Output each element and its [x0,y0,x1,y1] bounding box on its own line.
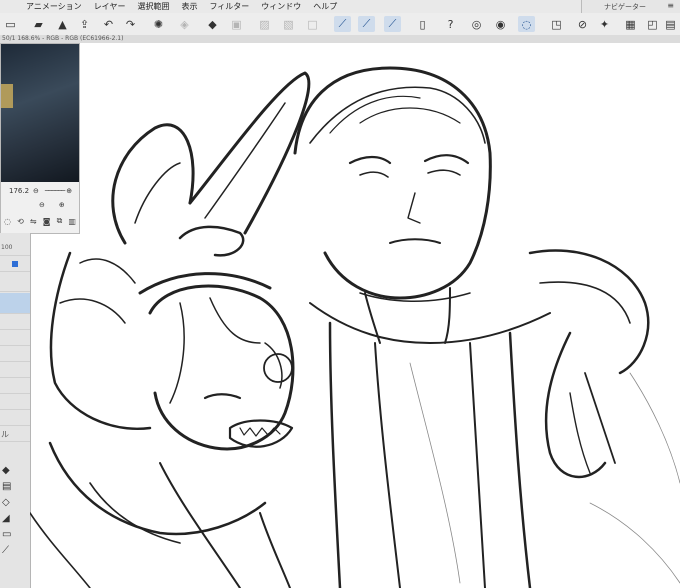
menu-item-selection[interactable]: 選択範囲 [131,1,175,12]
command-bar: ▭ ▰ ▲ ⇪ ↶ ↷ ✺ ◈ ◆ ▣ ▨ ▧ □ ⟋ ⟋ ⟋ ▯ ? ◎ ◉ … [0,13,680,36]
layer-row[interactable] [0,315,30,330]
open-folder-icon[interactable]: ▰ [30,16,47,32]
tablet-icon[interactable]: ▯ [414,16,431,32]
save-icon[interactable]: ▲ [54,16,71,32]
redo-icon[interactable]: ↷ [122,16,139,32]
grid-icon[interactable]: ▦ [622,16,639,32]
layer-row[interactable]: 100 [0,241,30,256]
brush-icon[interactable]: ⟋ [384,16,401,32]
navigator-menu-icon[interactable]: ≡ [667,1,674,10]
layer-row[interactable] [0,331,30,346]
upload-icon[interactable]: ⇪ [76,16,93,32]
layer-row-selected[interactable] [0,293,30,314]
reset-icon[interactable]: ⟲ [17,217,24,226]
blend-icon[interactable]: ◉ [492,16,509,32]
document-tab-label: 50/1 168.6% - RGB - RGB (EC61966-2.1) [2,35,124,42]
layer-row[interactable] [0,363,30,378]
transform-icon[interactable]: ◆ [204,16,221,32]
layer-row[interactable] [0,347,30,362]
shape-tool-icon[interactable]: ◇ [2,495,11,511]
document-tab[interactable]: 50/1 168.6% - RGB - RGB (EC61966-2.1) [0,35,680,43]
tool-strip: ◆ ▤ ◇ ◢ ▭ ⟋ [2,463,11,559]
pencil-icon[interactable]: ⟋ [358,16,375,32]
menu-item-layer[interactable]: レイヤー [88,1,132,12]
preview-ornament [1,84,13,108]
wand-icon[interactable]: ✦ [596,16,613,32]
menu-item-animation[interactable]: アニメーション [20,1,88,12]
menu-item-filter[interactable]: フィルター [203,1,255,12]
layer-row[interactable]: ル [0,427,30,442]
pen-icon[interactable]: ⟋ [334,16,351,32]
grid-toggle-icon[interactable]: □ [304,16,321,32]
menu-item-view[interactable]: 表示 [175,1,203,12]
eyedropper-tool-icon[interactable]: ⟋ [2,543,11,559]
deselect-icon[interactable]: ▨ [256,16,273,32]
opacity-value: 100 [1,244,13,251]
layer-row[interactable] [0,395,30,410]
vector-icon[interactable]: ◎ [468,16,485,32]
lasso-icon[interactable]: ◌ [518,16,535,32]
clear-icon[interactable]: ✺ [150,16,167,32]
fill-icon[interactable]: ◈ [176,16,193,32]
select-all-icon[interactable]: ▣ [228,16,245,32]
new-file-icon[interactable]: ▭ [2,16,19,32]
layer-row[interactable] [0,257,30,272]
drawing-canvas[interactable] [30,43,680,588]
text-tool-icon[interactable]: ▭ [2,527,11,543]
help-icon[interactable]: ? [442,16,459,32]
gradient-tool-icon[interactable]: ▤ [2,479,11,495]
undo-icon[interactable]: ↶ [100,16,117,32]
eraser-tool-icon[interactable]: ◢ [2,511,11,527]
menu-bar: アニメーション レイヤー 選択範囲 表示 フィルター ウィンドウ ヘルプ [0,0,680,14]
layer-row[interactable] [0,411,30,426]
layer-row[interactable] [0,277,30,292]
invert-selection-icon[interactable]: ▧ [280,16,297,32]
layer-row[interactable] [0,379,30,394]
color-swatch-icon [12,261,18,267]
navigator-title: ナビゲーター [604,3,646,11]
ruler-icon[interactable]: ⊘ [574,16,591,32]
menu-item-help[interactable]: ヘルプ [307,1,343,12]
fill-tool-icon[interactable]: ◆ [2,463,11,479]
layer-panel: 100 ル ◆ ▤ ◇ ◢ ▭ ⟋ [0,233,31,588]
settings-icon[interactable]: ▤ [662,16,679,32]
window-icon[interactable]: ◰ [644,16,661,32]
fit-icon[interactable]: ◌ [4,217,11,226]
crop-icon[interactable]: ◳ [548,16,565,32]
menu-item-window[interactable]: ウィンドウ [255,1,307,12]
zoom-value: 176.2 [9,187,30,195]
tool-label: ル [1,430,9,439]
